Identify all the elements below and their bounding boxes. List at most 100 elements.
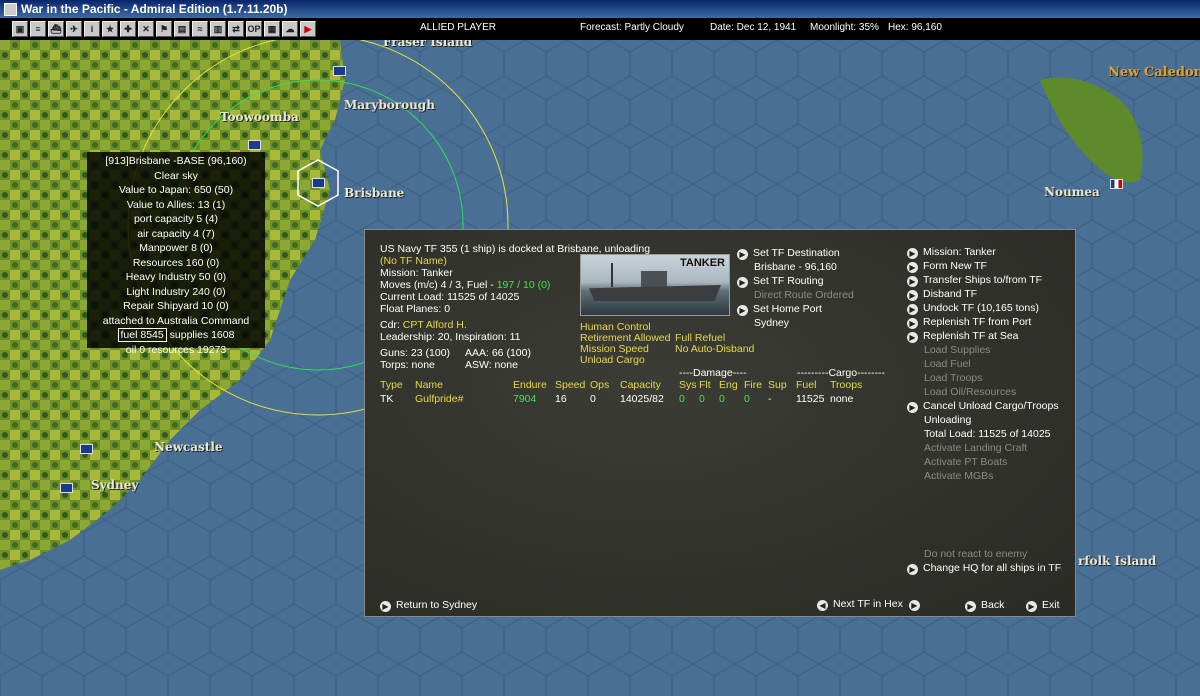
- back-button[interactable]: ▶ Back: [965, 599, 1004, 612]
- city-brisbane[interactable]: Brisbane: [344, 186, 404, 200]
- cdr-label: Cdr:: [380, 319, 400, 331]
- menu-item-label: Replenish TF at Sea: [923, 330, 1019, 342]
- australia-flag-icon[interactable]: [80, 444, 93, 454]
- cargo-header: ---------Cargo--------: [797, 367, 886, 379]
- toolbar: ▣ ≡ ⛴ ✈ i ★ ✚ ✕ ⚑ ▤ ≈ ▥ ⇄ OP ▦ ☁ ▶ ALLIED PLAYER Forecas…: [0, 18, 1200, 40]
- wave-icon[interactable]: ≈: [192, 21, 208, 37]
- ship-superstructure: [641, 271, 667, 287]
- menu-item-label: Transfer Ships to/from TF: [923, 274, 1043, 286]
- menu-item[interactable]: ▶ Mission: Tanker: [907, 245, 996, 259]
- menu-item-label: Total Load: 11525 of 14025: [924, 428, 1051, 440]
- list-icon[interactable]: ≡: [30, 21, 46, 37]
- australia-flag-icon[interactable]: [312, 178, 325, 188]
- table-cell: 0: [699, 393, 705, 405]
- turn-icon[interactable]: ▶: [300, 21, 316, 37]
- exit-button[interactable]: ▶ Exit: [1026, 599, 1060, 612]
- city-toowoomba[interactable]: Toowoomba: [220, 110, 299, 124]
- info-icon[interactable]: i: [84, 21, 100, 37]
- tf-float-planes: Float Planes: 0: [380, 303, 451, 315]
- australia-flag-icon[interactable]: [248, 140, 261, 150]
- tf-guns: Guns: 23 (100): [380, 347, 451, 359]
- plane-icon[interactable]: ✚: [120, 21, 136, 37]
- base-line: [913]Brisbane -BASE (96,160): [105, 155, 247, 167]
- menu-item-label: Load Fuel: [924, 358, 971, 370]
- ship-hull: [589, 285, 721, 301]
- city-sydney[interactable]: Sydney: [91, 478, 138, 492]
- menu-item[interactable]: ▶ Cancel Unload Cargo/Troops: [907, 399, 1059, 413]
- menu-item[interactable]: ▶ Disband TF: [907, 287, 977, 301]
- column-header: Troops: [830, 379, 863, 391]
- table-cell[interactable]: Gulfpride#: [415, 393, 463, 405]
- ship-image: TANKER: [580, 254, 730, 316]
- base-line: Value to Japan: 650 (50): [118, 184, 234, 196]
- transfer-icon[interactable]: ⇄: [228, 21, 244, 37]
- app-icon: [4, 2, 17, 16]
- menu-item[interactable]: ▶ Replenish TF at Sea: [907, 329, 1019, 343]
- column-header: Fire: [744, 379, 763, 391]
- ship-icon[interactable]: ⛴: [48, 21, 64, 37]
- set-home-port-button[interactable]: ▶ Set Home Port: [737, 303, 822, 316]
- arrow-right-icon: ▶: [907, 248, 918, 259]
- menu-item[interactable]: ▶ Form New TF: [907, 259, 987, 273]
- menu-item[interactable]: ▶ Replenish TF from Port: [907, 315, 1031, 329]
- report-icon[interactable]: ▦: [264, 21, 280, 37]
- ship-type-label: TANKER: [679, 257, 725, 269]
- flag-icon[interactable]: ⚑: [156, 21, 172, 37]
- city-norfolk-island[interactable]: rfolk Island: [1078, 554, 1156, 568]
- menu-item-label: Cancel Unload Cargo/Troops: [923, 400, 1059, 412]
- table-cell: none: [830, 393, 854, 405]
- menu-item: Activate MGBs: [924, 469, 993, 483]
- australia-flag-icon[interactable]: [333, 66, 346, 76]
- city-maryborough[interactable]: Maryborough: [344, 98, 435, 112]
- tf-asw: ASW: none: [465, 359, 518, 371]
- weather-icon[interactable]: ☁: [282, 21, 298, 37]
- base-line: Heavy Industry 50 (0): [125, 271, 227, 283]
- cargo-icon[interactable]: ▤: [174, 21, 190, 37]
- star-icon[interactable]: ★: [102, 21, 118, 37]
- flag-no-auto-disband[interactable]: No Auto-Disband: [675, 343, 754, 355]
- menu-item[interactable]: ▶ Undock TF (10,165 tons): [907, 301, 1039, 315]
- cross-icon[interactable]: ✕: [138, 21, 154, 37]
- city-noumea[interactable]: Noumea: [1044, 185, 1100, 199]
- column-header: Ops: [590, 379, 610, 391]
- tf-name[interactable]: (No TF Name): [380, 255, 447, 267]
- air-icon[interactable]: ✈: [66, 21, 82, 37]
- op-icon[interactable]: OP: [246, 21, 262, 37]
- menu-item: Activate Landing Craft: [924, 441, 1027, 455]
- table-cell: 0: [679, 393, 685, 405]
- flag-unload-cargo[interactable]: Unload Cargo: [580, 354, 645, 366]
- menu-item: Unloading: [924, 413, 971, 427]
- france-flag-icon[interactable]: [1110, 179, 1123, 189]
- menu-item: Load Supplies: [924, 343, 991, 357]
- city-new-caledonia[interactable]: New Caledon: [1108, 65, 1200, 80]
- base-line: air capacity 4 (7): [137, 227, 215, 240]
- city-newcastle[interactable]: Newcastle: [154, 440, 223, 454]
- column-header: Speed: [555, 379, 586, 391]
- arrow-right-icon: ▶: [907, 402, 918, 413]
- australia-flag-icon[interactable]: [60, 483, 73, 493]
- menu-item-label: Load Troops: [924, 372, 983, 384]
- window-title: War in the Pacific - Admiral Edition (1.…: [21, 2, 288, 16]
- column-header: Fuel: [796, 379, 817, 391]
- return-button[interactable]: ▶ Return to Sydney: [380, 599, 477, 612]
- menu-item[interactable]: ▶ Transfer Ships to/from TF: [907, 273, 1042, 287]
- menu-item[interactable]: ▶ Change HQ for all ships in TF: [907, 561, 1061, 575]
- menu-item: Activate PT Boats: [924, 455, 1007, 469]
- menu-item-label: Change HQ for all ships in TF: [923, 562, 1062, 574]
- cdr-name[interactable]: CPT Alford H.: [403, 319, 467, 331]
- next-tf-button[interactable]: ◀ Next TF in Hex ▶: [817, 598, 925, 611]
- arrow-right-icon: ▶: [907, 262, 918, 273]
- menu-item: Load Troops: [924, 371, 982, 385]
- set-tf-destination-button[interactable]: ▶ Set TF Destination: [737, 247, 840, 260]
- base-supply-line: fuel 8545 supplies 1608: [87, 328, 265, 343]
- column-header: Eng: [719, 379, 738, 391]
- arrow-right-icon: ▶: [907, 564, 918, 575]
- menu-item-label: Activate Landing Craft: [924, 442, 1028, 454]
- table-cell: 0: [719, 393, 725, 405]
- factory-icon[interactable]: ▥: [210, 21, 226, 37]
- forecast-label: Forecast: Partly Cloudy: [580, 22, 684, 33]
- ports-icon[interactable]: ▣: [12, 21, 28, 37]
- city-fraser-island[interactable]: Fraser Island: [383, 40, 472, 49]
- table-cell: 16: [555, 393, 567, 405]
- set-tf-routing-button[interactable]: ▶ Set TF Routing: [737, 275, 823, 288]
